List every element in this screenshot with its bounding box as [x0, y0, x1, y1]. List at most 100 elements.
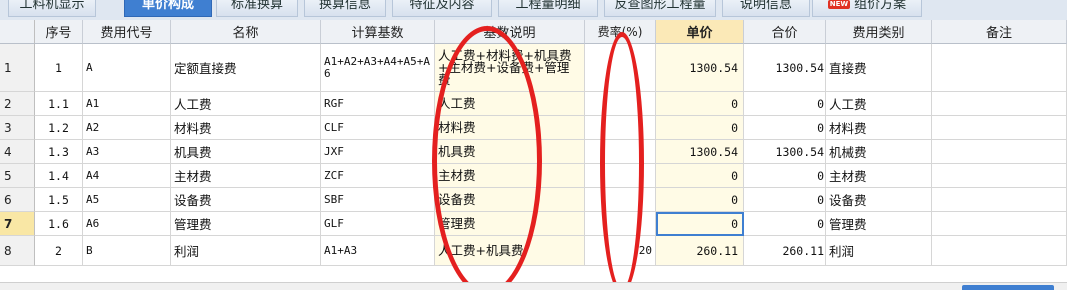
cell-rate[interactable] — [585, 212, 656, 236]
cell-category[interactable]: 材料费 — [826, 116, 932, 140]
cell-price[interactable]: 0 — [656, 164, 744, 188]
cell-price[interactable]: 0 — [656, 188, 744, 212]
cell-price[interactable]: 1300.54 — [656, 140, 744, 164]
cell-category[interactable]: 机械费 — [826, 140, 932, 164]
cell-remark[interactable] — [932, 92, 1067, 116]
table-row[interactable]: 1 1 A 定额直接费 A1+A2+A3+A4+A5+A6 人工费+材料费+机具费+主材费… — [0, 44, 1067, 92]
table-row[interactable]: 5 1.4 A4 主材费 ZCF 主材费 0 0 主材费 — [0, 164, 1067, 188]
cell-total[interactable]: 0 — [744, 92, 826, 116]
tab-9[interactable]: NEW 组价方案 — [812, 0, 922, 17]
cell-category[interactable]: 设备费 — [826, 188, 932, 212]
table-row[interactable]: 7 1.6 A6 管理费 GLF 管理费 0 0 管理费 — [0, 212, 1067, 236]
cell-price[interactable]: 0 — [656, 212, 744, 236]
cell-name[interactable]: 主材费 — [171, 164, 321, 188]
cell-price[interactable]: 0 — [656, 116, 744, 140]
cell-name[interactable]: 人工费 — [171, 92, 321, 116]
cell-category[interactable]: 直接费 — [826, 44, 932, 92]
cell-desc[interactable]: 材料费 — [435, 116, 585, 140]
cell-code[interactable]: A3 — [83, 140, 171, 164]
cell-name[interactable]: 机具费 — [171, 140, 321, 164]
cell-remark[interactable] — [932, 212, 1067, 236]
cell-rate[interactable]: 20 — [585, 236, 656, 266]
cell-total[interactable]: 0 — [744, 212, 826, 236]
cell-desc[interactable]: 设备费 — [435, 188, 585, 212]
cell-total[interactable]: 0 — [744, 116, 826, 140]
cell-category[interactable]: 主材费 — [826, 164, 932, 188]
cell-total[interactable]: 1300.54 — [744, 44, 826, 92]
cell-code[interactable]: A1 — [83, 92, 171, 116]
cell-remark[interactable] — [932, 116, 1067, 140]
cell-code[interactable]: A4 — [83, 164, 171, 188]
cell-desc[interactable]: 人工费 — [435, 92, 585, 116]
cell-remark[interactable] — [932, 44, 1067, 92]
cell-remark[interactable] — [932, 164, 1067, 188]
cell-seq[interactable]: 1.3 — [35, 140, 83, 164]
cell-name[interactable]: 设备费 — [171, 188, 321, 212]
cell-desc[interactable]: 人工费+材料费+机具费+主材费+设备费+管理费 — [435, 44, 585, 92]
tab-4[interactable]: 换算信息 — [304, 0, 386, 17]
cell-base[interactable]: GLF — [321, 212, 435, 236]
cell-desc[interactable]: 主材费 — [435, 164, 585, 188]
cell-desc[interactable]: 人工费+机具费 — [435, 236, 585, 266]
cell-base[interactable]: A1+A3 — [321, 236, 435, 266]
cell-remark[interactable] — [932, 188, 1067, 212]
column-header-name[interactable]: 名称 — [171, 20, 321, 44]
cell-base[interactable]: A1+A2+A3+A4+A5+A6 — [321, 44, 435, 92]
cell-name[interactable]: 管理费 — [171, 212, 321, 236]
cell-rate[interactable] — [585, 140, 656, 164]
cell-rate[interactable] — [585, 164, 656, 188]
cell-name[interactable]: 材料费 — [171, 116, 321, 140]
cell-total[interactable]: 0 — [744, 164, 826, 188]
column-header-price[interactable]: 单价 — [656, 20, 744, 44]
cell-rate[interactable] — [585, 44, 656, 92]
cell-category[interactable]: 人工费 — [826, 92, 932, 116]
cell-code[interactable]: A2 — [83, 116, 171, 140]
cell-base[interactable]: SBF — [321, 188, 435, 212]
cell-seq[interactable]: 1.2 — [35, 116, 83, 140]
column-header-category[interactable]: 费用类别 — [826, 20, 932, 44]
cell-remark[interactable] — [932, 140, 1067, 164]
cell-total[interactable]: 1300.54 — [744, 140, 826, 164]
cell-name[interactable]: 利润 — [171, 236, 321, 266]
cell-seq[interactable]: 1.1 — [35, 92, 83, 116]
cell-seq[interactable]: 1 — [35, 44, 83, 92]
column-header-total[interactable]: 合价 — [744, 20, 826, 44]
cell-price[interactable]: 260.11 — [656, 236, 744, 266]
cell-price[interactable]: 0 — [656, 92, 744, 116]
tab-7[interactable]: 反查图形工程量 — [604, 0, 716, 17]
cell-code[interactable]: A — [83, 44, 171, 92]
tab-5[interactable]: 特征及内容 — [392, 0, 492, 17]
bottom-button[interactable] — [962, 285, 1054, 290]
column-header-remark[interactable]: 备注 — [932, 20, 1067, 44]
cell-base[interactable]: ZCF — [321, 164, 435, 188]
table-row[interactable]: 6 1.5 A5 设备费 SBF 设备费 0 0 设备费 — [0, 188, 1067, 212]
cell-desc[interactable]: 管理费 — [435, 212, 585, 236]
tab-8[interactable]: 说明信息 — [722, 0, 810, 17]
cell-base[interactable]: JXF — [321, 140, 435, 164]
table-row[interactable]: 3 1.2 A2 材料费 CLF 材料费 0 0 材料费 — [0, 116, 1067, 140]
cell-name[interactable]: 定额直接费 — [171, 44, 321, 92]
column-header-desc[interactable]: 基数说明 — [435, 20, 585, 44]
tab-3[interactable]: 标准换算 — [216, 0, 298, 17]
cell-base[interactable]: RGF — [321, 92, 435, 116]
cell-seq[interactable]: 1.6 — [35, 212, 83, 236]
column-header-rownum[interactable] — [0, 20, 35, 44]
cell-code[interactable]: B — [83, 236, 171, 266]
cell-total[interactable]: 0 — [744, 188, 826, 212]
cell-desc[interactable]: 机具费 — [435, 140, 585, 164]
cell-seq[interactable]: 2 — [35, 236, 83, 266]
cell-rate[interactable] — [585, 116, 656, 140]
tab-6[interactable]: 工程量明细 — [498, 0, 598, 17]
cell-code[interactable]: A5 — [83, 188, 171, 212]
cell-rate[interactable] — [585, 92, 656, 116]
cell-rate[interactable] — [585, 188, 656, 212]
cell-total[interactable]: 260.11 — [744, 236, 826, 266]
column-header-seq[interactable]: 序号 — [35, 20, 83, 44]
tab-1[interactable]: 工料机显示 — [8, 0, 96, 17]
column-header-code[interactable]: 费用代号 — [83, 20, 171, 44]
cell-seq[interactable]: 1.4 — [35, 164, 83, 188]
cell-price[interactable]: 1300.54 — [656, 44, 744, 92]
column-header-base[interactable]: 计算基数 — [321, 20, 435, 44]
table-row[interactable]: 4 1.3 A3 机具费 JXF 机具费 1300.54 1300.54 机械费 — [0, 140, 1067, 164]
cell-category[interactable]: 利润 — [826, 236, 932, 266]
